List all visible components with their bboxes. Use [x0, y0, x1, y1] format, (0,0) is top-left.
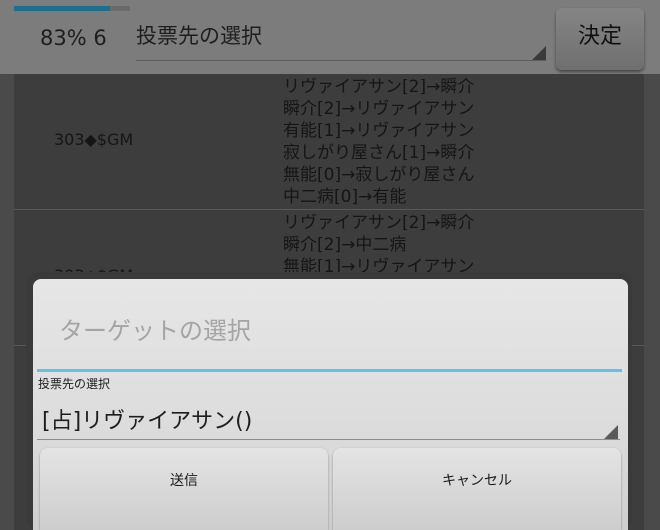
progress-fill [14, 6, 111, 11]
status-text: 83% 6 [40, 26, 107, 50]
decide-button[interactable]: 決定 [556, 8, 644, 70]
log-player-id: 303◆$GM [54, 130, 134, 149]
dropdown-arrow-icon [604, 425, 618, 439]
send-button[interactable]: 送信 [40, 448, 328, 530]
vote-select-label: 投票先の選択 [136, 24, 262, 48]
vote-line: リヴァイアサン[2]→瞬介 [283, 77, 475, 97]
target-select[interactable]: [占]リヴァイアサン() [37, 395, 620, 440]
target-select-value: [占]リヴァイアサン() [42, 409, 253, 434]
vote-line: 瞬介[2]→リヴァイアサン [283, 99, 475, 119]
progress-bar [14, 6, 130, 11]
vote-line: 寂しがり屋さん[1]→瞬介 [283, 143, 475, 163]
cancel-button[interactable]: キャンセル [333, 448, 621, 530]
target-select-dialog: ターゲットの選択 投票先の選択 [占]リヴァイアサン() 送信 キャンセル [33, 279, 628, 530]
log-vote-lines: リヴァイアサン[2]→瞬介 瞬介[2]→中二病 無能[1]→リヴァイアサン [283, 212, 623, 278]
vote-target-select[interactable]: 投票先の選択 [136, 14, 546, 61]
vote-line: 瞬介[2]→中二病 [283, 235, 407, 255]
vote-line: 有能[1]→リヴァイアサン [283, 121, 475, 141]
vote-line: 中二病[0]→有能 [283, 187, 407, 207]
title-divider [37, 369, 622, 372]
dropdown-arrow-icon [532, 46, 546, 60]
log-row: 303◆$GM リヴァイアサン[2]→瞬介 瞬介[2]→リヴァイアサン 有能[1… [14, 74, 644, 210]
app-header: 83% 6 投票先の選択 決定 [0, 0, 660, 74]
vote-line: 無能[0]→寂しがり屋さん [283, 165, 475, 185]
log-vote-lines: リヴァイアサン[2]→瞬介 瞬介[2]→リヴァイアサン 有能[1]→リヴァイアサ… [283, 76, 623, 208]
vote-line: リヴァイアサン[2]→瞬介 [283, 213, 475, 233]
field-caption: 投票先の選択 [38, 377, 111, 391]
dialog-title: ターゲットの選択 [59, 317, 251, 345]
